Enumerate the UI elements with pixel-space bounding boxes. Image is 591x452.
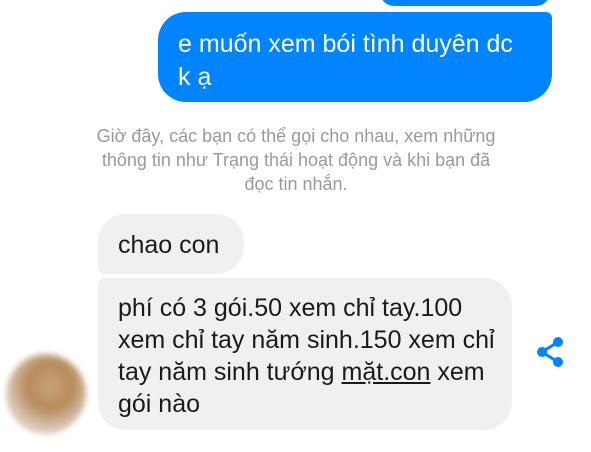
incoming-message-text: chao con [118,231,220,259]
chat-thread: e muốn xem bói tình duyên dc k ạ Giờ đây… [0,0,591,452]
outgoing-message-bubble[interactable]: e muốn xem bói tình duyên dc k ạ [158,12,552,102]
share-icon [537,337,563,367]
previous-outgoing-bubble[interactable] [380,0,550,6]
message-link[interactable]: mặt.con [342,358,431,386]
contact-avatar[interactable] [6,354,86,434]
incoming-message-bubble[interactable]: chao con [98,214,244,274]
share-button[interactable] [532,334,568,370]
system-notice: Giờ đây, các bạn có thể gọi cho nhau, xe… [92,124,500,196]
outgoing-message-text: e muốn xem bói tình duyên dc k ạ [178,30,513,91]
system-notice-text: Giờ đây, các bạn có thể gọi cho nhau, xe… [96,126,496,194]
incoming-message-bubble[interactable]: phí có 3 gói.50 xem chỉ tay.100 xem chỉ … [98,278,512,430]
